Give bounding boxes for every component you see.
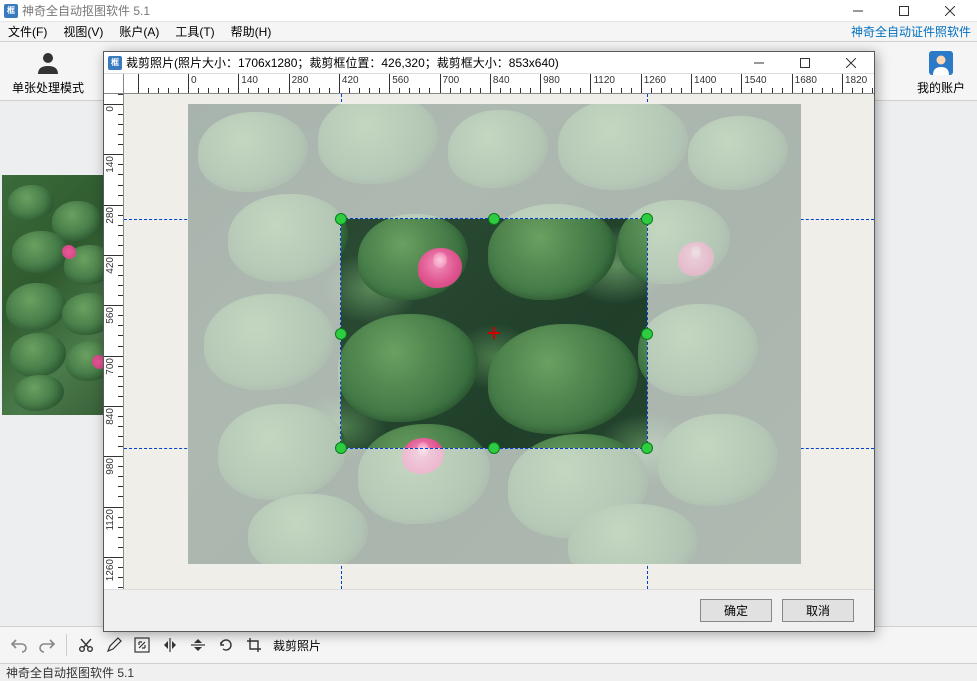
- crop-handle-w[interactable]: [335, 328, 347, 340]
- id-photo-link[interactable]: 神奇全自动证件照软件: [845, 22, 977, 41]
- my-account-label: 我的账户: [917, 79, 965, 96]
- crop-photo-label: 裁剪照片: [273, 637, 321, 654]
- ruler-corner: [104, 74, 124, 94]
- my-account-button[interactable]: 我的账户: [909, 44, 973, 98]
- crop-dialog-buttons: 确定 取消: [104, 589, 874, 631]
- tool-flip-h[interactable]: [157, 632, 183, 658]
- single-mode-label: 单张处理模式: [12, 79, 84, 96]
- crop-handle-se[interactable]: [641, 442, 653, 454]
- crop-handle-n[interactable]: [488, 213, 500, 225]
- menu-view[interactable]: 视图(V): [55, 22, 111, 41]
- tool-rotate[interactable]: [213, 632, 239, 658]
- tool-size[interactable]: [129, 632, 155, 658]
- crop-handle-s[interactable]: [488, 442, 500, 454]
- tool-flip-v[interactable]: [185, 632, 211, 658]
- undo-button[interactable]: [6, 632, 32, 658]
- maximize-button[interactable]: [881, 0, 927, 22]
- cancel-button[interactable]: 取消: [782, 599, 854, 622]
- crop-minimize-button[interactable]: [736, 52, 782, 74]
- app-icon: 框: [4, 4, 18, 18]
- tool-cut[interactable]: [73, 632, 99, 658]
- single-mode-button[interactable]: 单张处理模式: [4, 44, 92, 98]
- crop-close-button[interactable]: [828, 52, 874, 74]
- avatar-icon: [927, 49, 955, 77]
- photo: [188, 104, 801, 564]
- crop-dialog-titlebar[interactable]: 框 裁剪照片(照片大小：1706x1280；裁剪框位置：426,320；裁剪框大…: [104, 52, 874, 74]
- menu-tools[interactable]: 工具(T): [167, 22, 222, 41]
- tool-crop[interactable]: [241, 632, 267, 658]
- crop-dialog: 框 裁剪照片(照片大小：1706x1280；裁剪框位置：426,320；裁剪框大…: [103, 51, 875, 632]
- statusbar-text: 神奇全自动抠图软件 5.1: [6, 664, 134, 681]
- crop-canvas[interactable]: [124, 94, 874, 589]
- ruler-vertical: 014028042056070084098011201260: [104, 94, 124, 589]
- crop-dialog-title: 裁剪照片(照片大小：1706x1280；裁剪框位置：426,320；裁剪框大小：…: [126, 54, 559, 71]
- crop-maximize-button[interactable]: [782, 52, 828, 74]
- main-titlebar: 框 神奇全自动抠图软件 5.1: [0, 0, 977, 22]
- crop-handle-e[interactable]: [641, 328, 653, 340]
- statusbar: 神奇全自动抠图软件 5.1: [0, 663, 977, 681]
- ok-button[interactable]: 确定: [700, 599, 772, 622]
- crop-handle-sw[interactable]: [335, 442, 347, 454]
- crop-handle-nw[interactable]: [335, 213, 347, 225]
- close-button[interactable]: [927, 0, 973, 22]
- tool-draw[interactable]: [101, 632, 127, 658]
- crop-selection[interactable]: [341, 219, 647, 448]
- minimize-button[interactable]: [835, 0, 881, 22]
- crop-dialog-icon: 框: [108, 56, 122, 70]
- menu-account[interactable]: 账户(A): [111, 22, 167, 41]
- crop-handle-ne[interactable]: [641, 213, 653, 225]
- ruler-horizontal: 0140280420560700840980112012601400154016…: [124, 74, 874, 94]
- menubar: 文件(F) 视图(V) 账户(A) 工具(T) 帮助(H) 神奇全自动证件照软件: [0, 22, 977, 42]
- person-icon: [34, 49, 62, 77]
- redo-button[interactable]: [34, 632, 60, 658]
- menu-help[interactable]: 帮助(H): [223, 22, 280, 41]
- menu-file[interactable]: 文件(F): [0, 22, 55, 41]
- app-title: 神奇全自动抠图软件 5.1: [22, 2, 150, 19]
- toolbar-divider: [66, 634, 67, 656]
